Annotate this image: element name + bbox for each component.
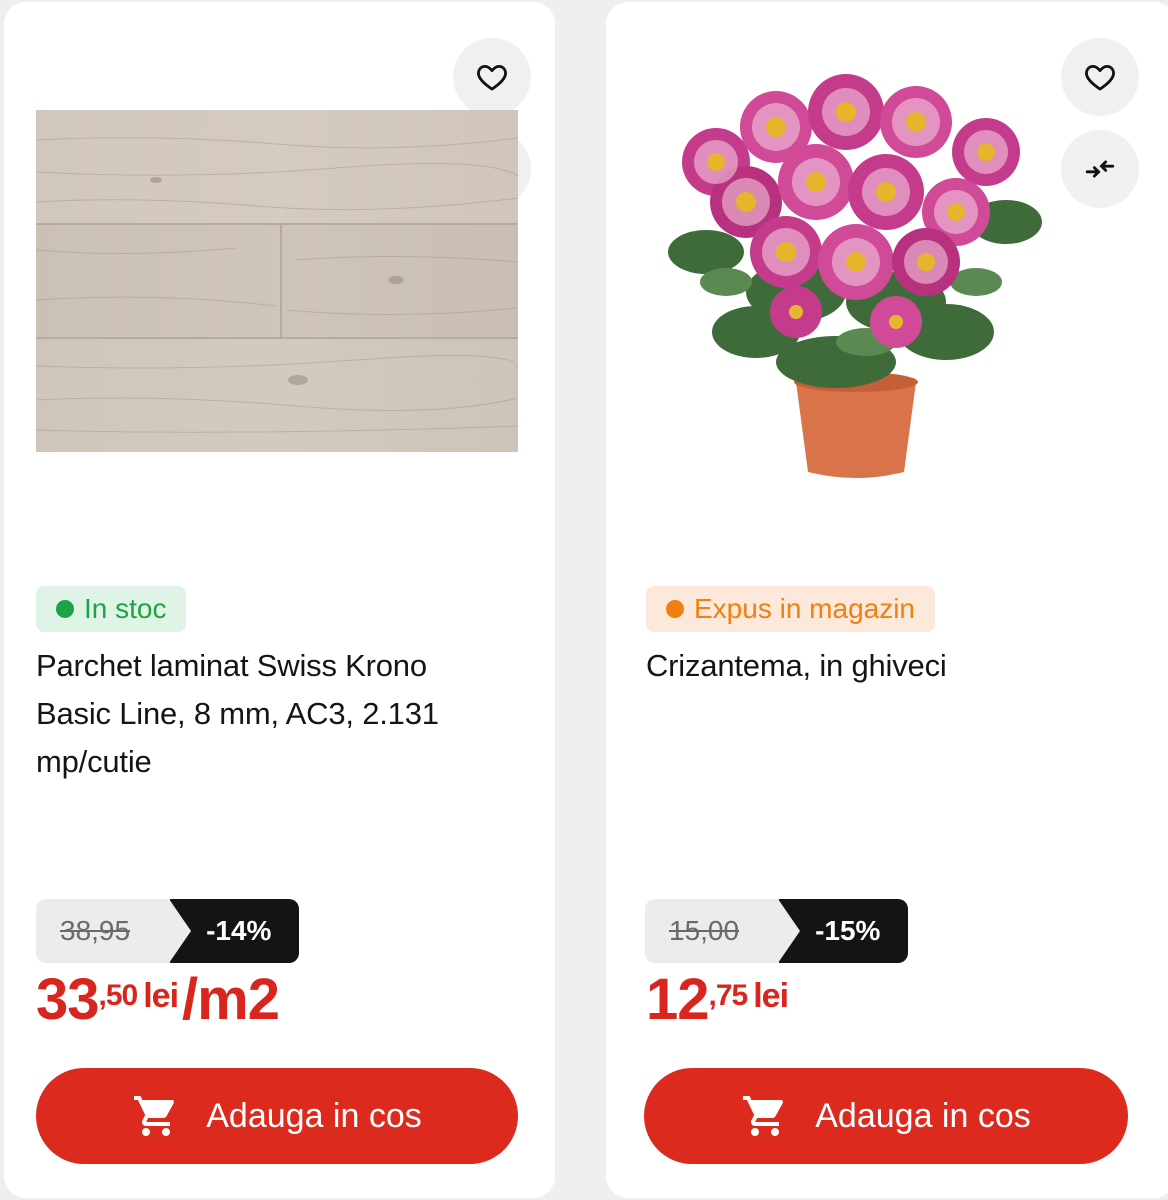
- price-discount-tag: 38,95 -14%: [36, 899, 300, 963]
- heart-icon: [1085, 64, 1115, 91]
- stock-status-label: In stoc: [84, 593, 167, 624]
- add-to-cart-button[interactable]: Adauga in cos: [36, 1068, 518, 1164]
- stock-dot-icon: [56, 600, 74, 618]
- price-currency: lei: [753, 977, 789, 1015]
- old-price: 15,00: [645, 899, 780, 963]
- stock-status-label: Expus in magazin: [694, 593, 916, 624]
- discount-badge: -14%: [169, 899, 300, 963]
- stock-status-badge: In stoc: [36, 586, 187, 632]
- compare-arrows-icon: [1085, 160, 1115, 178]
- laminate-floor-image: [36, 110, 518, 452]
- favorite-button[interactable]: [453, 38, 531, 116]
- product-card[interactable]: In stoc Parchet laminat Swiss Krono Basi…: [4, 2, 555, 1198]
- stock-dot-icon: [666, 600, 684, 618]
- product-card[interactable]: Expus in magazin Crizantema, in ghiveci …: [606, 2, 1168, 1198]
- old-price: 38,95: [36, 899, 171, 963]
- favorite-button[interactable]: [1061, 38, 1139, 116]
- product-grid: In stoc Parchet laminat Swiss Krono Basi…: [0, 0, 1168, 1200]
- price-discount-tag: 15,00 -15%: [645, 899, 909, 963]
- stock-status-badge: Expus in magazin: [646, 586, 936, 632]
- cart-icon: [743, 1096, 784, 1136]
- current-price: 33 ,50 lei /m2: [36, 967, 280, 1032]
- product-title[interactable]: Crizantema, in ghiveci: [646, 642, 1116, 690]
- price-decimals: ,75: [708, 979, 749, 1012]
- price-currency: lei: [143, 977, 179, 1015]
- price-unit: /m2: [182, 967, 280, 1032]
- product-title[interactable]: Parchet laminat Swiss Krono Basic Line, …: [36, 642, 506, 786]
- chrysanthemum-pot-image: [668, 74, 1042, 478]
- price-integer: 33: [36, 967, 100, 1032]
- price-decimals: ,50: [98, 979, 139, 1012]
- heart-icon: [477, 64, 507, 91]
- discount-badge: -15%: [778, 899, 909, 963]
- compare-button[interactable]: [1061, 130, 1139, 208]
- cart-icon: [134, 1096, 175, 1136]
- add-to-cart-label: Adauga in cos: [206, 1096, 422, 1135]
- current-price: 12 ,75 lei: [646, 967, 789, 1032]
- price-integer: 12: [646, 967, 710, 1032]
- add-to-cart-label: Adauga in cos: [815, 1096, 1031, 1135]
- add-to-cart-button[interactable]: Adauga in cos: [644, 1068, 1128, 1164]
